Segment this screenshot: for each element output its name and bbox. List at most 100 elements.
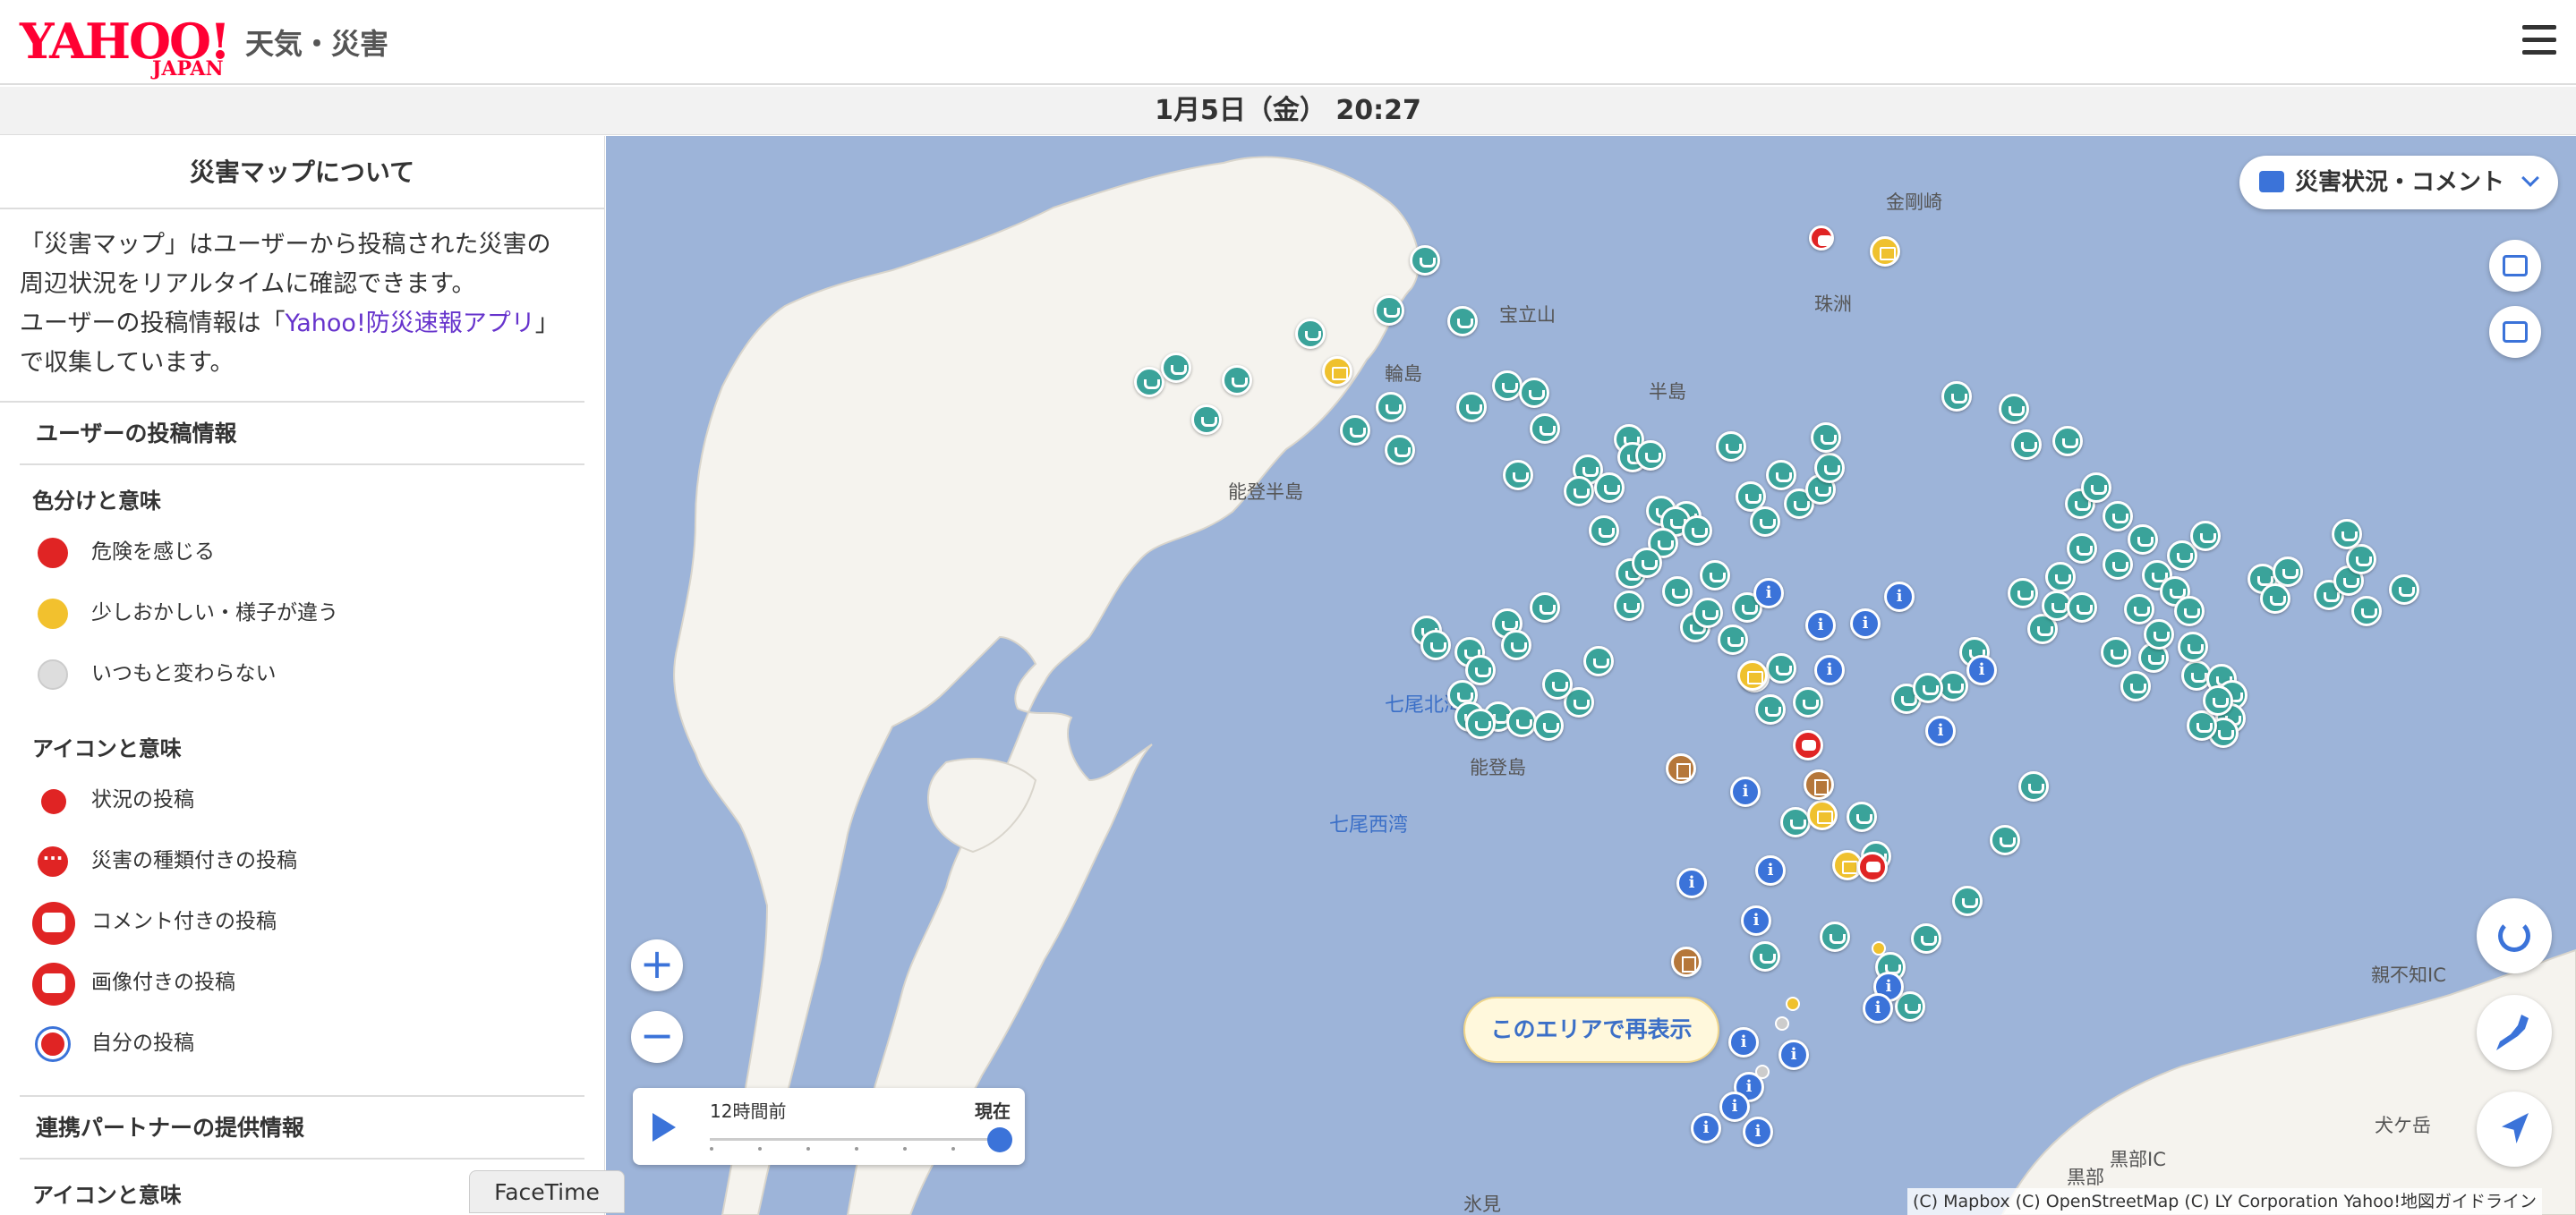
info-marker[interactable]: i — [1755, 855, 1786, 886]
post-marker[interactable] — [1755, 694, 1786, 725]
post-marker[interactable] — [1913, 673, 1943, 703]
post-marker[interactable] — [1530, 413, 1560, 444]
info-marker[interactable]: i — [1863, 993, 1893, 1024]
post-marker[interactable] — [1340, 415, 1370, 446]
post-marker[interactable] — [1533, 710, 1564, 741]
comment-post-marker[interactable] — [1857, 852, 1888, 882]
post-marker[interactable] — [2067, 592, 2097, 623]
post-marker[interactable] — [2052, 426, 2083, 456]
post-marker[interactable] — [1385, 435, 1415, 465]
post-marker[interactable] — [1134, 367, 1164, 397]
image-post-marker[interactable] — [1322, 356, 1352, 387]
post-marker[interactable] — [2124, 594, 2154, 624]
comment-button[interactable] — [2489, 306, 2541, 358]
post-marker[interactable] — [1492, 370, 1523, 401]
post-marker[interactable] — [1990, 825, 2020, 855]
post-marker[interactable] — [1447, 306, 1478, 336]
image-post-marker[interactable] — [1870, 236, 1900, 267]
small-normal-dot[interactable] — [1775, 1016, 1789, 1031]
post-marker[interactable] — [1952, 886, 1983, 916]
info-marker[interactable]: i — [1753, 578, 1784, 608]
post-marker[interactable] — [2144, 619, 2174, 650]
post-marker[interactable] — [2067, 533, 2097, 564]
post-marker[interactable] — [1542, 669, 1573, 700]
refresh-button[interactable] — [2477, 898, 2552, 973]
post-marker[interactable] — [1941, 381, 1972, 412]
post-marker[interactable] — [1716, 431, 1746, 462]
post-marker[interactable] — [1614, 591, 1644, 621]
map-attribution[interactable]: (C) Mapbox (C) OpenStreetMap (C) LY Corp… — [1907, 1188, 2543, 1215]
layers-button[interactable] — [2489, 240, 2541, 292]
reshow-area-button[interactable]: このエリアで再表示 — [1463, 997, 1719, 1063]
post-marker[interactable] — [1465, 709, 1496, 739]
post-marker[interactable] — [1191, 404, 1222, 435]
post-marker[interactable] — [2011, 429, 2042, 460]
timeline-track[interactable] — [710, 1138, 996, 1141]
post-marker[interactable] — [1635, 440, 1666, 471]
post-marker[interactable] — [1161, 353, 1191, 383]
post-marker[interactable] — [1632, 548, 1662, 578]
play-icon[interactable] — [653, 1113, 676, 1142]
post-marker[interactable] — [1410, 245, 1440, 276]
post-marker[interactable] — [1766, 653, 1796, 684]
post-marker[interactable] — [1814, 453, 1845, 483]
post-marker[interactable] — [2120, 671, 2151, 701]
current-location-button[interactable] — [2477, 1092, 2552, 1167]
post-marker[interactable] — [1456, 392, 1487, 422]
disaster-map[interactable]: 金剛崎 宝立山 珠洲 輪島 半島 能登半島 七尾北湾 能登島 七尾西湾 氷見 親… — [606, 136, 2576, 1215]
post-marker[interactable] — [2081, 472, 2111, 503]
small-caution-dot[interactable] — [1872, 941, 1886, 956]
info-marker[interactable]: i — [1719, 1092, 1750, 1122]
post-marker[interactable] — [1564, 476, 1594, 506]
post-marker[interactable] — [1506, 707, 1537, 737]
info-marker[interactable]: i — [1925, 716, 1956, 746]
info-marker[interactable]: i — [1805, 610, 1836, 641]
post-marker[interactable] — [1780, 807, 1811, 837]
post-marker[interactable] — [1594, 472, 1625, 503]
zoom-out-button[interactable]: − — [631, 1011, 683, 1063]
partner-marker[interactable] — [1666, 753, 1696, 784]
post-marker[interactable] — [1766, 460, 1796, 490]
post-marker[interactable] — [1589, 515, 1619, 546]
time-slider[interactable]: 12時間前 現在 — [633, 1088, 1025, 1165]
info-marker[interactable]: i — [1691, 1113, 1721, 1143]
post-marker[interactable] — [1999, 394, 2029, 424]
info-marker[interactable]: i — [1741, 905, 1771, 936]
post-marker[interactable] — [1530, 592, 1560, 623]
info-marker[interactable]: i — [1850, 608, 1881, 639]
info-marker[interactable]: i — [1966, 655, 1997, 685]
post-marker[interactable] — [2389, 574, 2419, 605]
post-marker[interactable] — [1376, 392, 1406, 422]
hamburger-menu-icon[interactable] — [2522, 25, 2556, 55]
zoom-in-button[interactable]: + — [631, 939, 683, 991]
post-marker[interactable] — [2178, 632, 2208, 662]
comment-post-marker[interactable] — [1793, 730, 1823, 760]
small-normal-dot[interactable] — [1755, 1065, 1770, 1079]
post-marker[interactable] — [1222, 365, 1252, 395]
post-marker[interactable] — [1820, 922, 1850, 952]
info-marker[interactable]: i — [1676, 868, 1707, 898]
post-marker[interactable] — [2260, 583, 2290, 614]
post-marker[interactable] — [1750, 941, 1780, 972]
post-marker[interactable] — [2008, 578, 2038, 608]
post-marker[interactable] — [2103, 501, 2133, 531]
layer-dropdown[interactable]: 災害状況・コメント — [2239, 156, 2558, 209]
post-marker[interactable] — [1662, 576, 1693, 607]
post-marker[interactable] — [1718, 624, 1748, 655]
post-marker[interactable] — [2174, 596, 2205, 626]
post-marker[interactable] — [2273, 557, 2303, 587]
info-marker[interactable]: i — [1884, 582, 1915, 612]
info-marker[interactable]: i — [1814, 655, 1845, 685]
post-marker[interactable] — [2101, 637, 2131, 667]
image-post-marker[interactable] — [1737, 660, 1768, 691]
japan-view-button[interactable] — [2477, 995, 2552, 1070]
info-marker[interactable]: i — [1728, 1027, 1759, 1058]
post-marker[interactable] — [1700, 560, 1730, 591]
post-marker[interactable] — [2045, 562, 2076, 592]
info-marker[interactable]: i — [1778, 1040, 1809, 1070]
post-marker[interactable] — [2332, 519, 2362, 549]
post-marker[interactable] — [1374, 295, 1404, 326]
post-marker[interactable] — [2203, 685, 2233, 716]
post-marker[interactable] — [1793, 687, 1823, 718]
post-marker[interactable] — [2128, 524, 2158, 555]
